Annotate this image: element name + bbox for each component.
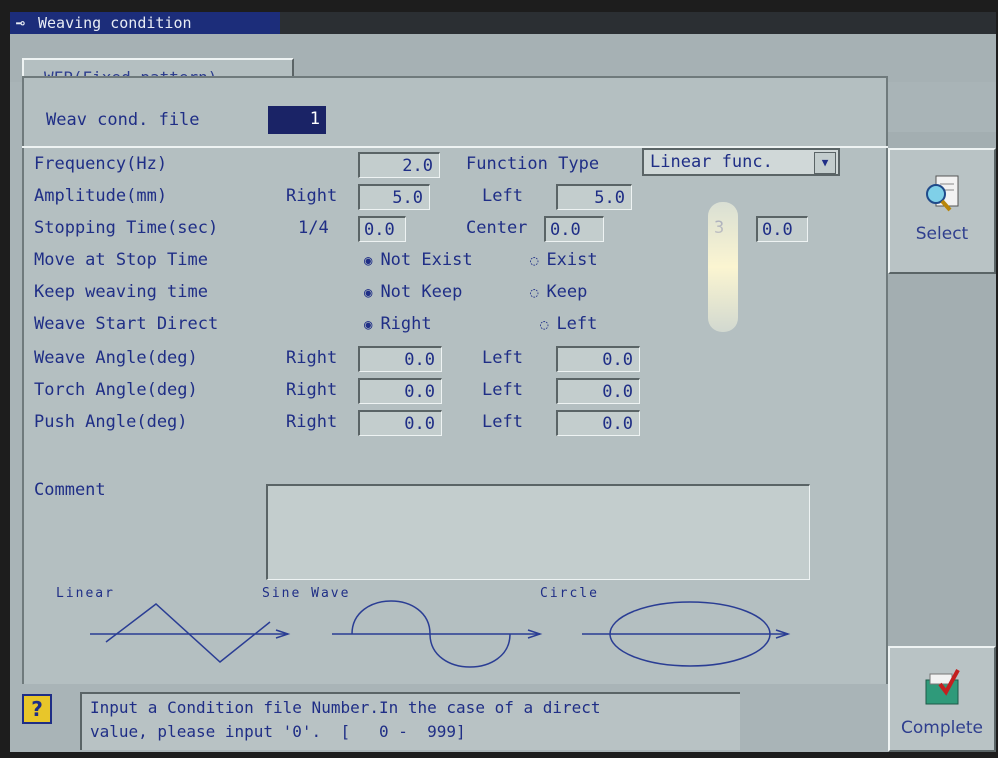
weave-angle-right-label: Right <box>286 348 338 368</box>
frequency-label: Frequency(Hz) <box>34 154 168 174</box>
function-type-value: Linear func. <box>650 152 773 172</box>
screen-glare <box>708 202 738 332</box>
select-button[interactable]: Select <box>888 148 996 274</box>
radio-unselected-icon: ◌ <box>530 285 539 301</box>
tab-row: WFP(Fixed pattern) <box>10 34 996 98</box>
radio-unselected-icon: ◌ <box>530 253 539 269</box>
radio-right-label: Right <box>380 314 432 334</box>
stopping-q1-input[interactable]: 0.0 <box>358 216 406 242</box>
radio-right[interactable]: ◉ Right <box>364 314 432 334</box>
push-angle-left-label: Left <box>482 412 523 432</box>
amplitude-left-input[interactable]: 5.0 <box>556 184 632 210</box>
function-type-label: Function Type <box>466 154 600 174</box>
push-angle-left-input[interactable]: 0.0 <box>556 410 640 436</box>
help-question-icon[interactable]: ? <box>22 694 52 724</box>
checkmark-folder-icon <box>925 669 960 705</box>
frequency-input[interactable]: 2.0 <box>358 152 440 178</box>
move-stop-label: Move at Stop Time <box>34 250 208 270</box>
torch-angle-left-label: Left <box>482 380 523 400</box>
amplitude-label: Amplitude(mm) <box>34 186 168 206</box>
weav-cond-file-label: Weav cond. file <box>46 110 200 130</box>
chevron-down-icon[interactable]: ▼ <box>814 152 836 174</box>
push-angle-label: Push Angle(deg) <box>34 412 188 432</box>
radio-left[interactable]: ◌ Left <box>540 314 597 334</box>
top-strip <box>280 12 996 34</box>
torch-angle-label: Torch Angle(deg) <box>34 380 198 400</box>
weave-angle-label: Weave Angle(deg) <box>34 348 198 368</box>
screen: ⊸ Weaving condition WFP(Fixed pattern) We… <box>10 12 996 752</box>
amplitude-right-input[interactable]: 5.0 <box>358 184 430 210</box>
window-title: Weaving condition <box>38 14 192 32</box>
start-direct-label: Weave Start Direct <box>34 314 219 334</box>
complete-button[interactable]: Complete <box>888 646 996 752</box>
radio-exist[interactable]: ◌ Exist <box>530 250 598 270</box>
select-button-label: Select <box>915 224 969 244</box>
keep-weaving-label: Keep weaving time <box>34 282 208 302</box>
weave-angle-left-input[interactable]: 0.0 <box>556 346 640 372</box>
sine-wave-icon <box>332 600 543 668</box>
weav-cond-file-input[interactable]: 1 <box>268 106 326 134</box>
weave-angle-right-input[interactable]: 0.0 <box>358 346 442 372</box>
comment-input[interactable] <box>266 484 810 580</box>
stopping-time-label: Stopping Time(sec) <box>34 218 219 238</box>
stopping-center-input[interactable]: 0.0 <box>544 216 604 242</box>
radio-selected-icon: ◉ <box>364 253 373 269</box>
stopping-q3-input[interactable]: 0.0 <box>756 216 808 242</box>
linear-wave-icon <box>90 603 291 663</box>
magnifier-document-icon <box>926 175 959 212</box>
torch-angle-right-input[interactable]: 0.0 <box>358 378 442 404</box>
push-angle-right-label: Right <box>286 412 338 432</box>
amplitude-right-label: Right <box>286 186 338 206</box>
complete-button-label: Complete <box>901 718 983 738</box>
torch-angle-left-input[interactable]: 0.0 <box>556 378 640 404</box>
function-type-select[interactable]: Linear func. ▼ <box>642 148 840 176</box>
stopping-center-label: Center <box>466 218 528 238</box>
status-message: Input a Condition file Number.In the cas… <box>80 692 740 750</box>
radio-selected-icon: ◉ <box>364 285 373 301</box>
radio-exist-label: Exist <box>546 250 598 270</box>
circle-wave-icon <box>582 601 791 667</box>
weave-angle-left-label: Left <box>482 348 523 368</box>
torch-angle-right-label: Right <box>286 380 338 400</box>
wave-pattern-diagram <box>90 600 791 668</box>
radio-selected-icon: ◉ <box>364 317 373 333</box>
radio-keep-label: Keep <box>546 282 588 302</box>
radio-left-label: Left <box>556 314 598 334</box>
radio-not-exist-label: Not Exist <box>380 250 473 270</box>
radio-keep[interactable]: ◌ Keep <box>530 282 587 302</box>
weld-torch-icon: ⊸ <box>16 14 26 32</box>
radio-not-keep-label: Not Keep <box>380 282 463 302</box>
stopping-q1-label: 1/4 <box>298 218 329 238</box>
comment-label: Comment <box>34 480 106 500</box>
window-title-bar: ⊸ Weaving condition <box>10 12 280 34</box>
amplitude-left-label: Left <box>482 186 523 206</box>
radio-unselected-icon: ◌ <box>540 317 549 333</box>
push-angle-right-input[interactable]: 0.0 <box>358 410 442 436</box>
radio-not-keep[interactable]: ◉ Not Keep <box>364 282 462 302</box>
radio-not-exist[interactable]: ◉ Not Exist <box>364 250 473 270</box>
